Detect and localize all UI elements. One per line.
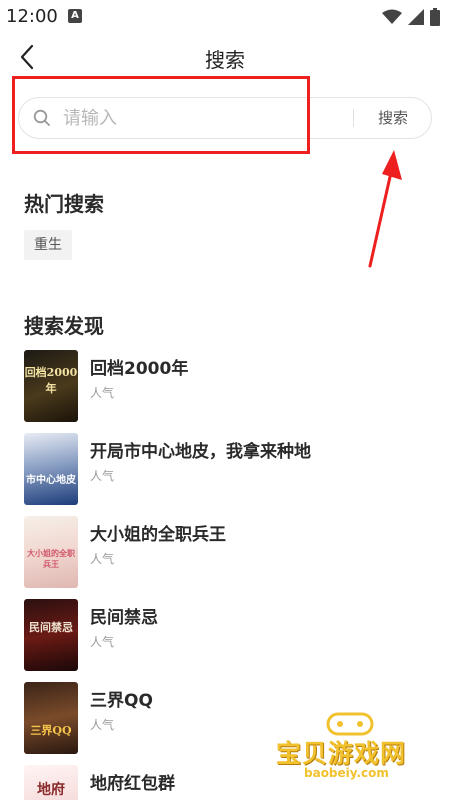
search-divider	[353, 109, 354, 127]
cover-text: 三界QQ	[30, 724, 72, 737]
book-title: 民间禁忌	[90, 608, 158, 628]
book-cover: 地府	[24, 765, 78, 800]
book-title: 三界QQ	[90, 691, 153, 711]
notification-icon: A	[68, 9, 82, 23]
arrow-annotation	[368, 150, 402, 268]
book-meta: 人气	[90, 718, 115, 732]
status-bar: 12:00 A	[0, 0, 450, 34]
search-button[interactable]: 搜索	[365, 106, 421, 130]
signal-icon	[408, 9, 424, 25]
cover-text: 回档2000年	[24, 366, 78, 395]
book-meta: 人气	[90, 552, 115, 566]
book-title: 开局市中心地皮，我拿来种地	[90, 442, 311, 462]
hot-search-title: 热门搜索	[24, 192, 104, 216]
discover-title: 搜索发现	[24, 314, 104, 338]
book-item[interactable]: 回档2000年 回档2000年 人气	[24, 350, 434, 424]
watermark: 宝贝游戏网 baobeiy.com	[270, 708, 440, 784]
cover-text: 民间禁忌	[29, 621, 73, 634]
book-meta: 人气	[90, 469, 115, 483]
status-time: 12:00	[6, 6, 58, 27]
status-icons	[382, 8, 440, 26]
page-title: 搜索	[205, 48, 245, 72]
cover-text: 大小姐的全职兵王	[27, 548, 75, 569]
wifi-icon	[382, 9, 402, 24]
watermark-title: 宝贝游戏网	[276, 739, 407, 768]
cover-text: 市中心地皮	[26, 475, 76, 486]
book-meta: 人气	[90, 386, 115, 400]
book-cover: 民间禁忌	[24, 599, 78, 671]
book-cover: 回档2000年	[24, 350, 78, 422]
book-item[interactable]: 大小姐的全职兵王 大小姐的全职兵王 人气	[24, 516, 434, 590]
header: 搜索	[0, 36, 450, 80]
book-cover: 大小姐的全职兵王	[24, 516, 78, 588]
watermark-url: baobeiy.com	[304, 766, 389, 780]
book-title: 大小姐的全职兵王	[90, 525, 226, 545]
book-title: 地府红包群	[90, 774, 175, 794]
book-cover: 三界QQ	[24, 682, 78, 754]
highlight-box	[12, 76, 310, 154]
book-title: 回档2000年	[90, 359, 189, 379]
book-meta: 人气	[90, 635, 115, 649]
cover-text: 地府	[37, 782, 65, 798]
hot-search-tag[interactable]: 重生	[24, 230, 72, 260]
book-cover: 市中心地皮	[24, 433, 78, 505]
battery-icon	[430, 8, 440, 26]
book-item[interactable]: 民间禁忌 民间禁忌 人气	[24, 599, 434, 673]
book-item[interactable]: 市中心地皮 开局市中心地皮，我拿来种地 人气	[24, 433, 434, 507]
